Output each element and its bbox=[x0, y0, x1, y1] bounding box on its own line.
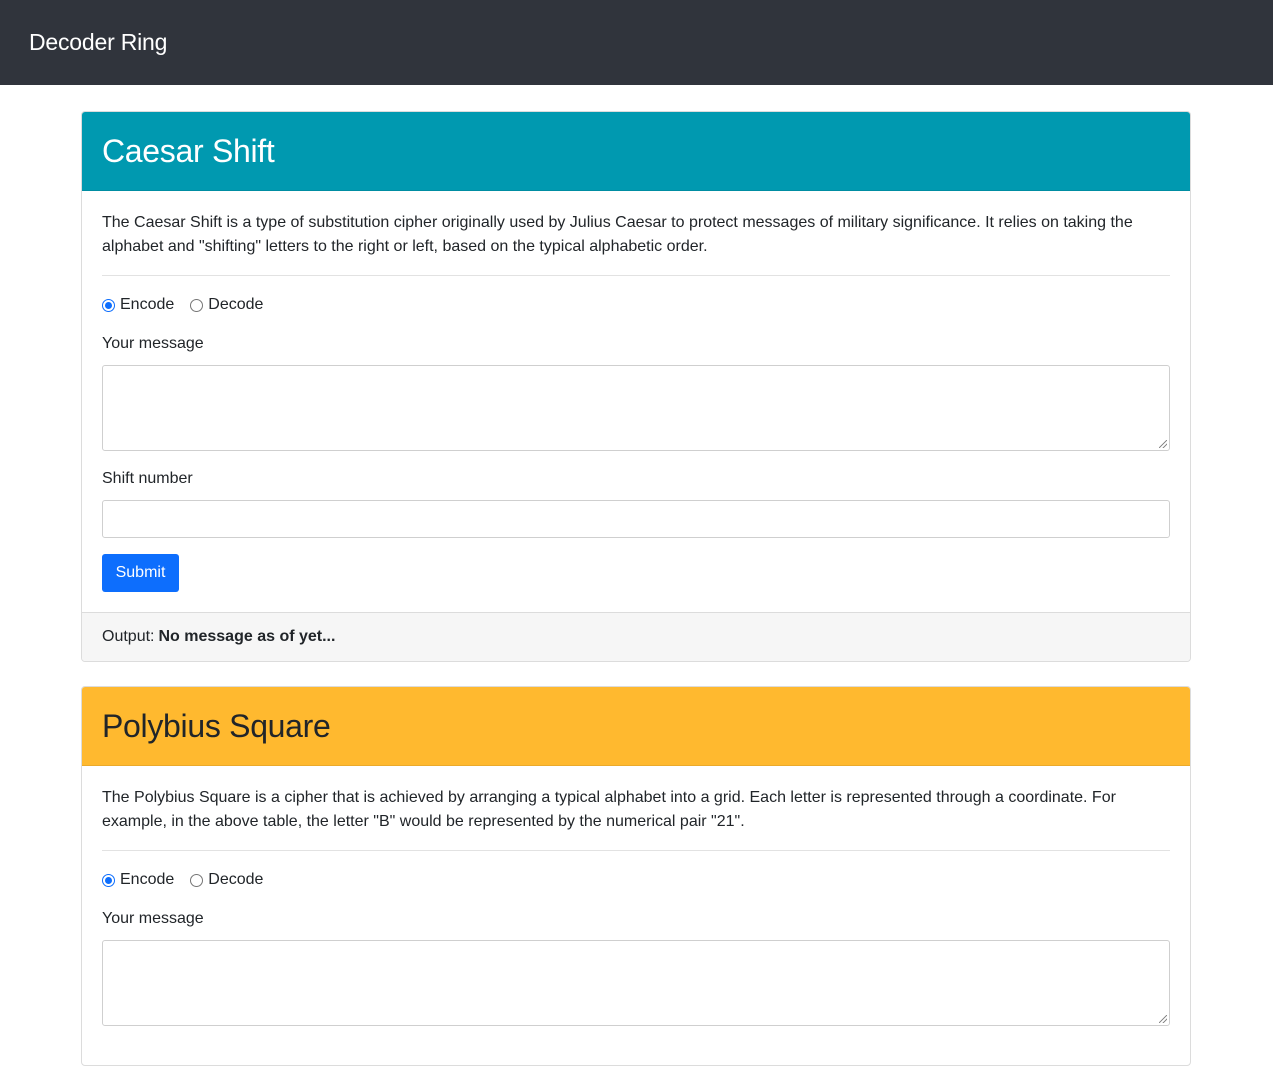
polybius-divider bbox=[102, 850, 1170, 851]
caesar-encode-label: Encode bbox=[120, 296, 175, 313]
top-navbar: Decoder Ring bbox=[0, 0, 1273, 85]
polybius-card: Polybius Square The Polybius Square is a… bbox=[81, 686, 1191, 1066]
radio-checked-icon[interactable] bbox=[102, 873, 115, 887]
caesar-output-footer: Output: No message as of yet... bbox=[82, 612, 1190, 661]
main-container: Caesar Shift The Caesar Shift is a type … bbox=[81, 111, 1191, 1090]
polybius-mode-group: Encode Decode bbox=[102, 869, 1170, 891]
radio-unchecked-icon[interactable] bbox=[190, 873, 204, 887]
polybius-decode-label: Decode bbox=[208, 871, 264, 888]
radio-unchecked-icon[interactable] bbox=[190, 298, 204, 312]
polybius-decode-radio[interactable]: Decode bbox=[190, 871, 263, 889]
caesar-mode-group: Encode Decode bbox=[102, 294, 1170, 316]
navbar-brand[interactable]: Decoder Ring bbox=[29, 29, 167, 56]
polybius-title: Polybius Square bbox=[102, 707, 331, 744]
caesar-decode-label: Decode bbox=[208, 296, 264, 313]
caesar-divider bbox=[102, 275, 1170, 276]
caesar-output-value: No message as of yet... bbox=[158, 628, 336, 645]
caesar-message-input[interactable] bbox=[102, 365, 1170, 451]
caesar-output-label: Output: bbox=[102, 628, 155, 645]
caesar-title: Caesar Shift bbox=[102, 132, 275, 169]
caesar-card-header: Caesar Shift bbox=[82, 112, 1190, 191]
caesar-message-label: Your message bbox=[102, 335, 204, 352]
polybius-message-input[interactable] bbox=[102, 940, 1170, 1026]
radio-checked-icon[interactable] bbox=[102, 298, 115, 312]
polybius-encode-label: Encode bbox=[120, 871, 175, 888]
polybius-card-header: Polybius Square bbox=[82, 687, 1190, 766]
resize-handle-icon[interactable] bbox=[1159, 440, 1167, 448]
polybius-encode-radio[interactable]: Encode bbox=[102, 871, 174, 889]
caesar-description: The Caesar Shift is a type of substituti… bbox=[102, 214, 1133, 255]
polybius-description: The Polybius Square is a cipher that is … bbox=[102, 789, 1116, 830]
polybius-message-label: Your message bbox=[102, 910, 204, 927]
caesar-decode-radio[interactable]: Decode bbox=[190, 296, 263, 314]
resize-handle-icon[interactable] bbox=[1159, 1015, 1167, 1023]
caesar-submit-button[interactable]: Submit bbox=[102, 554, 179, 592]
caesar-shift-input[interactable] bbox=[102, 500, 1170, 538]
caesar-card-body: The Caesar Shift is a type of substituti… bbox=[82, 191, 1190, 612]
caesar-encode-radio[interactable]: Encode bbox=[102, 296, 174, 314]
caesar-card: Caesar Shift The Caesar Shift is a type … bbox=[81, 111, 1191, 662]
polybius-card-body: The Polybius Square is a cipher that is … bbox=[82, 766, 1190, 1065]
caesar-shift-label: Shift number bbox=[102, 470, 193, 487]
